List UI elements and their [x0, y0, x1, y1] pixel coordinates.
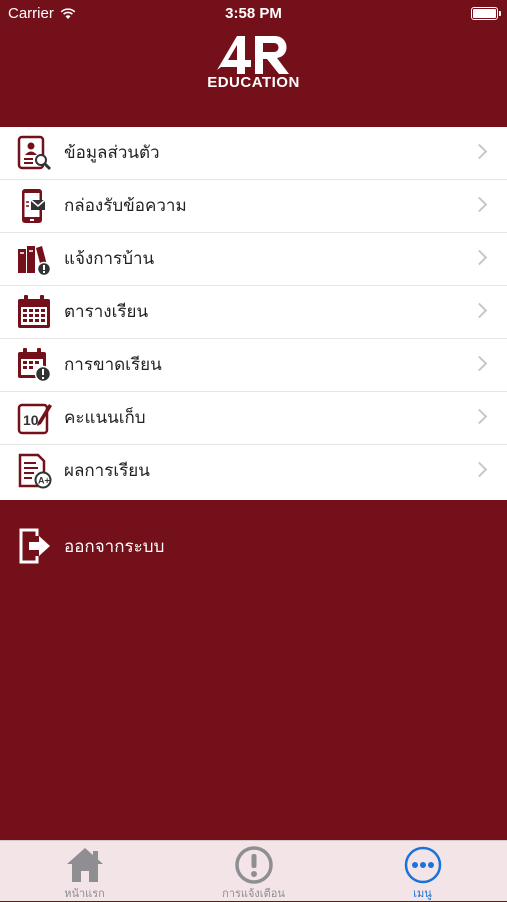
profile-search-icon [17, 135, 52, 171]
chevron-right-icon [471, 355, 488, 372]
app-logo: EDUCATION [0, 30, 507, 100]
chevron-right-icon [471, 408, 488, 425]
chevron-right-icon [471, 143, 488, 160]
menu-item-inbox[interactable]: กล่องรับข้อความ [0, 180, 507, 233]
svg-text:A+: A+ [38, 476, 50, 486]
menu-item-label: กล่องรับข้อความ [64, 196, 187, 216]
home-icon [66, 848, 103, 882]
more-icon [404, 846, 441, 884]
menu-item-scores[interactable]: 10 คะแนนเก็บ [0, 392, 507, 445]
logout-button[interactable]: ออกจากระบบ [0, 520, 507, 574]
menu-item-grades[interactable]: A+ ผลการเรียน [0, 445, 507, 500]
status-bar: Carrier 3:58 PM [0, 0, 507, 28]
logout-icon [19, 528, 50, 564]
menu-item-profile[interactable]: ข้อมูลส่วนตัว [0, 127, 507, 180]
logout-label: ออกจากระบบ [64, 537, 165, 557]
tab-bar: หน้าแรก การแจ้งเตือน เมนู [0, 840, 507, 901]
menu-item-timetable[interactable]: ตารางเรียน [0, 286, 507, 339]
tab-label: หน้าแรก [64, 887, 105, 900]
chevron-right-icon [471, 196, 488, 213]
score-edit-icon: 10 [17, 403, 52, 435]
menu-item-label: ข้อมูลส่วนตัว [64, 143, 160, 163]
calendar-alert-icon [18, 348, 52, 383]
svg-text:10: 10 [23, 412, 39, 428]
chevron-right-icon [471, 249, 488, 266]
menu-item-label: คะแนนเก็บ [64, 408, 146, 428]
logo-text: EDUCATION [207, 74, 300, 91]
chevron-right-icon [471, 302, 488, 319]
grade-report-icon: A+ [18, 453, 52, 489]
menu-item-label: การขาดเรียน [64, 355, 162, 375]
status-time: 3:58 PM [225, 5, 282, 22]
alert-icon [234, 846, 273, 884]
tab-label: เมนู [413, 887, 432, 900]
books-alert-icon [18, 246, 52, 277]
battery-icon [471, 7, 501, 20]
tab-menu[interactable]: เมนู [338, 841, 507, 901]
phone-message-icon [22, 189, 46, 223]
menu-item-label: แจ้งการบ้าน [64, 249, 155, 269]
chevron-right-icon [471, 461, 488, 478]
menu-item-label: ผลการเรียน [64, 461, 150, 481]
menu-item-homework[interactable]: แจ้งการบ้าน [0, 233, 507, 286]
main-menu: ข้อมูลส่วนตัว กล่องรับข้อความ แจ้งการบ้า… [0, 127, 507, 500]
menu-item-absence[interactable]: การขาดเรียน [0, 339, 507, 392]
tab-alerts[interactable]: การแจ้งเตือน [169, 841, 338, 901]
tab-label: การแจ้งเตือน [222, 887, 285, 900]
calendar-icon [18, 295, 50, 328]
ar-logo-icon [216, 36, 289, 74]
menu-item-label: ตารางเรียน [64, 302, 149, 322]
tab-home[interactable]: หน้าแรก [0, 841, 169, 901]
